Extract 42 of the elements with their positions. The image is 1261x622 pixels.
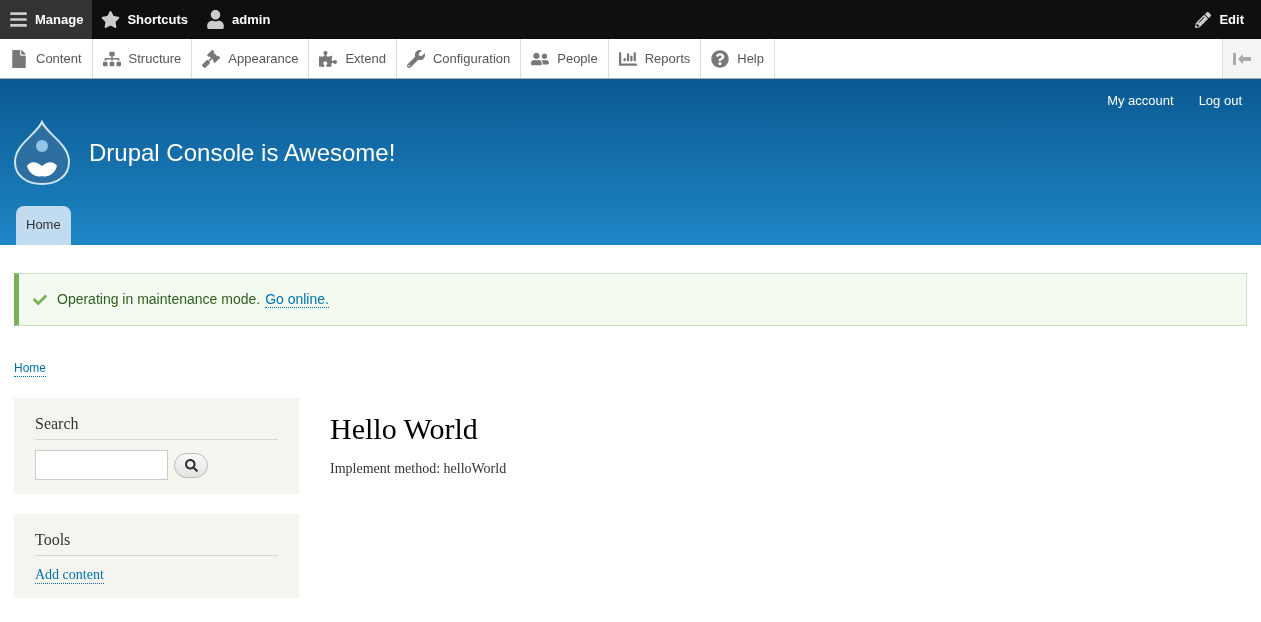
toolbar-tab[interactable]: Shortcuts: [92, 0, 198, 39]
body-text: Implement method: helloWorld: [330, 460, 507, 478]
drop-logo-icon: [13, 119, 71, 186]
tray-menu-item[interactable]: Structure: [92, 39, 193, 78]
check-icon: [33, 292, 47, 307]
search-icon: [184, 458, 198, 472]
tray-menu-item[interactable]: Configuration: [396, 39, 522, 78]
user-link[interactable]: My account: [1107, 91, 1174, 111]
help-icon: [711, 49, 730, 68]
block-link[interactable]: Add content: [35, 566, 104, 584]
toolbar-tab[interactable]: admin: [197, 0, 280, 39]
star-icon: [101, 10, 121, 29]
tray-menu-item[interactable]: People: [521, 39, 609, 78]
tray-menu-item[interactable]: Extend: [309, 39, 397, 78]
pencil-icon: [1195, 11, 1212, 28]
go-online-link[interactable]: Go online.: [265, 291, 329, 308]
gavel-icon: [202, 49, 221, 68]
collapse-icon: [1232, 51, 1252, 66]
primary-tab[interactable]: Home: [16, 205, 71, 245]
breadcrumb-link[interactable]: Home: [14, 361, 46, 377]
message-text: Operating in maintenance mode.: [57, 290, 261, 309]
file-icon: [10, 49, 28, 68]
tray-menu-item[interactable]: Reports: [608, 39, 702, 78]
sitemap-icon: [102, 49, 121, 68]
edit-button[interactable]: Edit: [1178, 0, 1261, 39]
toolbar-tab[interactable]: Manage: [0, 0, 93, 39]
tray-menu-item[interactable]: Content: [0, 39, 93, 78]
collapse-button[interactable]: [1222, 39, 1261, 78]
page-title: Hello World: [330, 411, 479, 447]
user-link[interactable]: Log out: [1198, 91, 1242, 111]
block-title: Search: [35, 412, 278, 440]
tray-menu-item[interactable]: Appearance: [192, 39, 310, 78]
wrench-icon: [406, 49, 425, 68]
search-field[interactable]: [35, 450, 168, 480]
bar-chart-icon: [618, 49, 637, 68]
puzzle-icon: [319, 49, 338, 68]
search-button[interactable]: [174, 452, 208, 478]
site-name: Drupal Console is Awesome!: [89, 137, 396, 168]
tray-menu-item[interactable]: Help: [701, 39, 775, 78]
block-title: Tools: [35, 528, 278, 556]
menu-icon: [9, 10, 28, 29]
user-icon: [206, 10, 226, 29]
